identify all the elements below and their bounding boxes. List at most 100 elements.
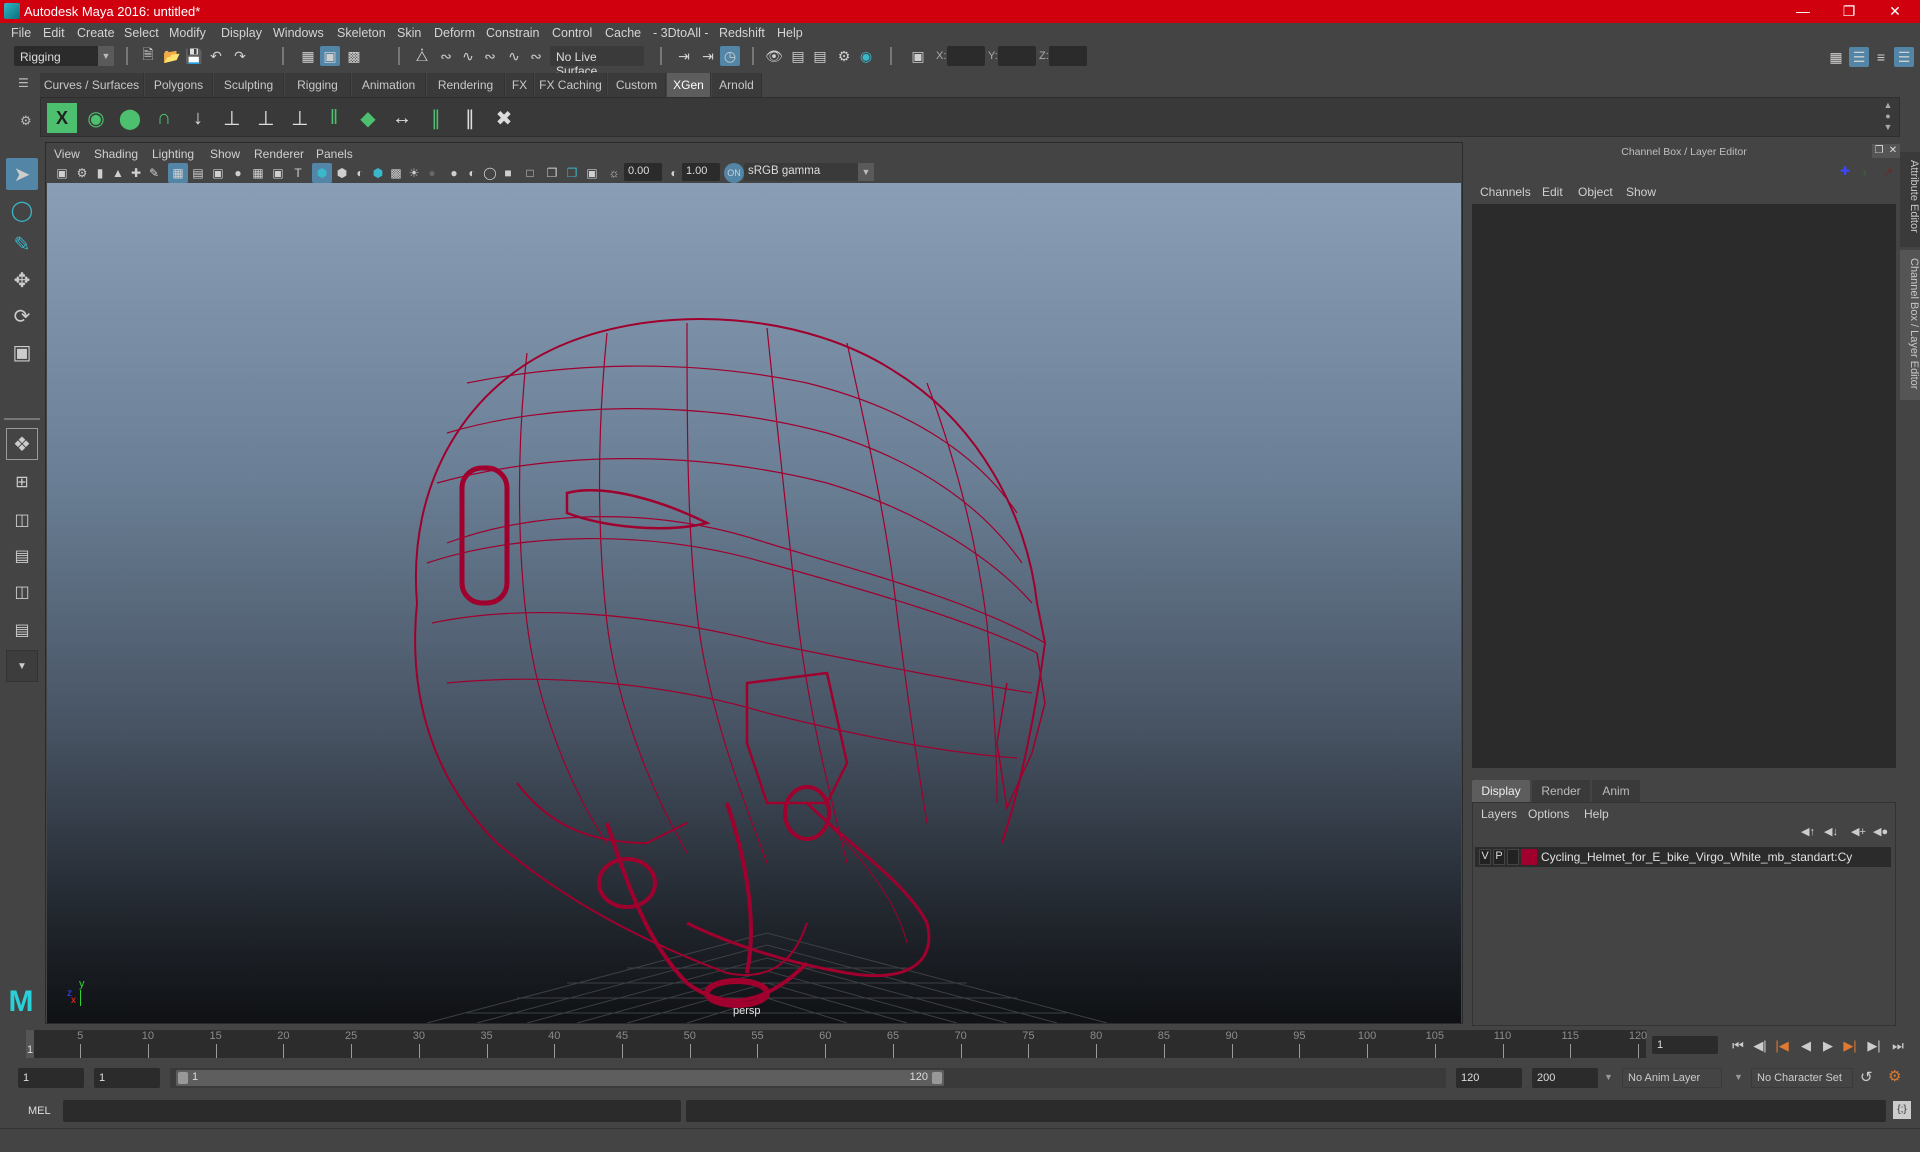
- range-end-handle[interactable]: [932, 1072, 942, 1084]
- select-tool-icon[interactable]: ➤: [6, 158, 38, 190]
- camera-attributes-icon[interactable]: ⚙: [72, 163, 92, 183]
- restore-button[interactable]: ❐: [1826, 0, 1872, 23]
- safe-title-icon[interactable]: T: [288, 163, 308, 183]
- output-ops-icon[interactable]: ⇥: [698, 46, 718, 66]
- construction-history-icon[interactable]: ◷: [720, 46, 740, 66]
- hypershade-icon[interactable]: ◉: [856, 46, 876, 66]
- live-surface-field[interactable]: No Live Surface: [550, 46, 644, 78]
- step-back-frame-icon[interactable]: |◀: [1772, 1038, 1792, 1054]
- color-management-toggle-icon[interactable]: ON: [724, 163, 744, 183]
- character-set-chevron-icon[interactable]: ▼: [1734, 1072, 1743, 1082]
- go-to-start-icon[interactable]: ⏮: [1728, 1038, 1748, 1054]
- rebuild-guide-icon[interactable]: ↔: [387, 103, 417, 133]
- transform-input-icon[interactable]: ▣: [908, 46, 928, 66]
- attribute-editor-toggle-icon[interactable]: ☰: [1849, 47, 1869, 67]
- menu-3dtoall[interactable]: - 3DtoAll -: [653, 26, 709, 40]
- isolate-select-icon[interactable]: □: [520, 163, 540, 183]
- rotate-tool-icon[interactable]: ⟳: [6, 300, 38, 332]
- menu-file[interactable]: File: [11, 26, 31, 40]
- ipr-render-icon[interactable]: ▤: [810, 46, 830, 66]
- script-language-toggle[interactable]: MEL: [28, 1105, 51, 1117]
- step-forward-frame-icon[interactable]: ▶|: [1840, 1038, 1860, 1054]
- shelf-tab-arnold[interactable]: Arnold: [712, 73, 762, 97]
- shelf-tab-custom[interactable]: Custom: [608, 73, 666, 97]
- select-guides-icon[interactable]: ∥: [421, 103, 451, 133]
- snap-vertex-icon[interactable]: ∾: [526, 46, 546, 66]
- xray-active-icon[interactable]: ❐: [562, 163, 582, 183]
- manipulator-axis-icon[interactable]: ✚: [1840, 164, 1860, 180]
- channel-list[interactable]: [1472, 204, 1896, 768]
- menu-control[interactable]: Control: [552, 26, 592, 40]
- save-scene-icon[interactable]: 💾: [184, 46, 204, 66]
- region-map-icon[interactable]: ◆: [353, 103, 383, 133]
- layer-name[interactable]: Cycling_Helmet_for_E_bike_Virgo_White_mb…: [1541, 850, 1852, 864]
- panel-menu-shading[interactable]: Shading: [94, 147, 138, 161]
- playback-end-field[interactable]: 120: [1456, 1068, 1522, 1088]
- persp-graph-outliner-layout-icon[interactable]: ▤: [6, 614, 38, 646]
- menu-edit[interactable]: Edit: [43, 26, 65, 40]
- step-forward-key-icon[interactable]: ▶|: [1864, 1038, 1884, 1054]
- redo-icon[interactable]: ↷: [230, 46, 250, 66]
- panel-menu-panels[interactable]: Panels: [316, 147, 353, 161]
- menu-select[interactable]: Select: [124, 26, 159, 40]
- close-button[interactable]: ✕: [1872, 0, 1918, 23]
- use-lights-icon[interactable]: ☀: [404, 163, 424, 183]
- hypershade-layout-icon[interactable]: ◫: [6, 576, 38, 608]
- place-guides-icon[interactable]: ↓: [183, 103, 213, 133]
- depth-of-field-icon[interactable]: ■: [498, 163, 518, 183]
- layer-row[interactable]: V P Cycling_Helmet_for_E_bike_Virgo_Whit…: [1475, 847, 1891, 867]
- grid-icon[interactable]: ▦: [168, 163, 188, 183]
- four-view-layout-icon[interactable]: ⊞: [6, 466, 38, 498]
- menu-skeleton[interactable]: Skeleton: [337, 26, 386, 40]
- grease-pencil-icon[interactable]: ✎: [144, 163, 164, 183]
- menu-constrain[interactable]: Constrain: [486, 26, 540, 40]
- split-guide-icon[interactable]: ‖: [319, 103, 349, 133]
- shelf-scroll[interactable]: ▲ ● ▼: [1881, 100, 1895, 134]
- add-guide-icon[interactable]: ⊥: [217, 103, 247, 133]
- shelf-settings-icon[interactable]: ⚙: [20, 113, 34, 128]
- layer-menu-help[interactable]: Help: [1584, 807, 1609, 821]
- layer-visibility-toggle[interactable]: V: [1479, 849, 1491, 865]
- modeling-toolkit-icon[interactable]: ▦: [1826, 47, 1846, 67]
- shelf-tab-fx[interactable]: FX: [506, 73, 534, 97]
- render-settings-icon[interactable]: ⚙: [834, 46, 854, 66]
- animation-preferences-icon[interactable]: ⚙: [1888, 1067, 1901, 1085]
- select-hierarchy-icon[interactable]: ▦: [298, 46, 318, 66]
- play-forwards-icon[interactable]: ▶: [1818, 1038, 1838, 1054]
- layer-tab-display[interactable]: Display: [1472, 780, 1530, 802]
- layer-playback-toggle[interactable]: P: [1493, 849, 1505, 865]
- snap-curve-icon[interactable]: ∾: [436, 46, 456, 66]
- anti-aliasing-icon[interactable]: ◯: [480, 163, 500, 183]
- xgen-editor-icon[interactable]: X: [47, 103, 77, 133]
- safe-action-icon[interactable]: ▣: [268, 163, 288, 183]
- persp-graph-layout-icon[interactable]: ▤: [6, 540, 38, 572]
- scale-tool-icon[interactable]: ▣: [6, 336, 38, 368]
- panel-menu-show[interactable]: Show: [210, 147, 240, 161]
- cb-menu-channels[interactable]: Channels: [1480, 185, 1531, 199]
- image-plane-icon[interactable]: ▲: [108, 163, 128, 183]
- y-field[interactable]: [998, 46, 1036, 66]
- menuset-dropdown[interactable]: Rigging ▼: [14, 46, 114, 66]
- snap-view-plane-icon[interactable]: ∾: [480, 46, 500, 66]
- snap-grid-icon[interactable]: ⧊: [412, 46, 432, 66]
- side-tab-attribute-editor[interactable]: Attribute Editor: [1900, 152, 1920, 247]
- minimize-button[interactable]: —: [1780, 0, 1826, 23]
- xgen-preview-icon[interactable]: ◉: [81, 103, 111, 133]
- layer-tab-render[interactable]: Render: [1532, 780, 1590, 802]
- shelf-tab-polygons[interactable]: Polygons: [145, 73, 213, 97]
- menu-skin[interactable]: Skin: [397, 26, 421, 40]
- cb-menu-edit[interactable]: Edit: [1542, 185, 1563, 199]
- side-tab-channel-box[interactable]: Channel Box / Layer Editor: [1900, 250, 1920, 400]
- select-objects-icon[interactable]: ▣: [320, 46, 340, 66]
- new-layer-selected-icon[interactable]: ◀●: [1873, 825, 1888, 838]
- character-set-dropdown[interactable]: No Character Set: [1751, 1068, 1853, 1088]
- field-chart-icon[interactable]: ▦: [248, 163, 268, 183]
- gamma-icon[interactable]: ◐: [664, 163, 684, 183]
- time-slider[interactable]: 1 5 10 15 20 25 30 35 40 45 50 55 60 65 70 75 80 85 90 95 1…: [26, 1030, 1647, 1058]
- single-perspective-layout-icon[interactable]: ❖: [6, 428, 38, 460]
- delete-guide-icon[interactable]: ✖: [489, 103, 519, 133]
- default-material-icon[interactable]: ◐: [350, 163, 370, 183]
- render-frame-icon[interactable]: ▤: [788, 46, 808, 66]
- script-editor-icon[interactable]: {;}: [1893, 1101, 1911, 1119]
- layer-menu-options[interactable]: Options: [1528, 807, 1569, 821]
